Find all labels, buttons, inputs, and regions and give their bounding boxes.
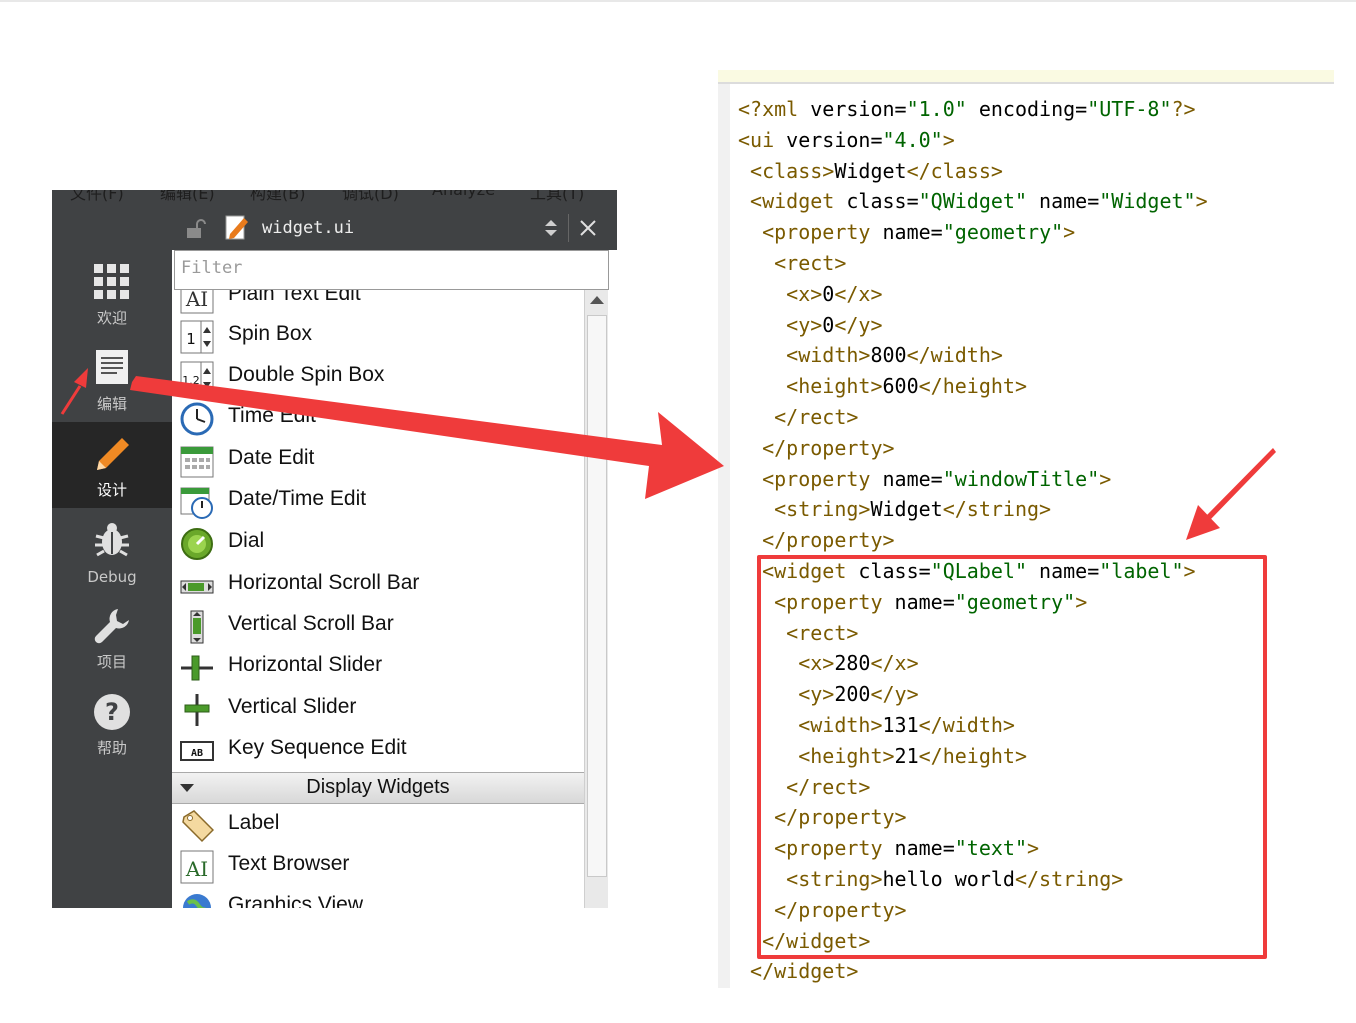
big-red-arrow [130, 376, 724, 499]
annotation-overlay [60, 368, 1276, 540]
small-red-arrow [60, 368, 88, 415]
red-arrow-to-label [1186, 448, 1276, 540]
